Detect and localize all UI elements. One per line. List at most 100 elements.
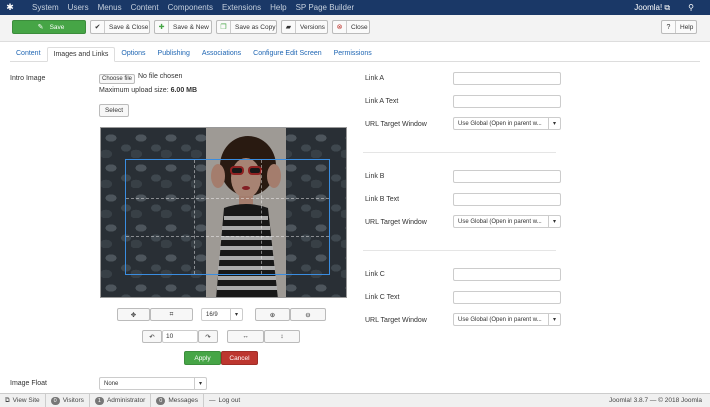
main-menu: System Users Menus Content Components Ex… (32, 3, 354, 12)
link-b-target-select[interactable]: Use Global (Open in parent w... ▾ (453, 215, 561, 228)
chevron-down-icon: ▾ (548, 118, 560, 129)
flip-horizontal-button[interactable]: ↔ (227, 330, 264, 343)
minus-icon: — (208, 397, 216, 404)
link-a-input[interactable] (453, 72, 561, 85)
link-a-label: Link A (365, 75, 385, 82)
site-link[interactable]: Joomla! ⧉ (634, 3, 670, 13)
move-icon: ✥ (130, 311, 137, 319)
max-upload-text: Maximum upload size: 6.00 MB (99, 87, 198, 94)
link-b-text-input[interactable] (453, 193, 561, 206)
zoom-in-icon: ⊕ (269, 311, 276, 319)
menu-help[interactable]: Help (270, 3, 286, 12)
menu-sp-page-builder[interactable]: SP Page Builder (296, 3, 355, 12)
user-icon[interactable]: ⚲ (688, 3, 694, 13)
link-b-text-label: Link B Text (365, 196, 400, 203)
link-a-target-label: URL Target Window (365, 121, 427, 128)
administrator-indicator[interactable]: 1 Administrator (90, 393, 152, 407)
link-c-input[interactable] (453, 268, 561, 281)
tab-configure-edit-screen[interactable]: Configure Edit Screen (247, 47, 327, 62)
tab-bar: Content Images and Links Options Publish… (10, 47, 700, 62)
link-b-input[interactable] (453, 170, 561, 183)
chevron-down-icon: ▾ (548, 314, 560, 325)
choose-file-button[interactable]: Choose file (99, 74, 135, 84)
arrows-vertical-icon: ↕ (280, 333, 284, 340)
toolbar: ✎ Save ✔ Save & Close ✚ Save & New ❐ Sav… (0, 15, 710, 42)
flip-vertical-button[interactable]: ↕ (264, 330, 300, 343)
joomla-logo-icon[interactable]: ✱ (0, 2, 20, 13)
edit-icon: ✎ (37, 24, 44, 31)
rotate-left-icon: ↶ (149, 333, 155, 341)
tab-permissions[interactable]: Permissions (328, 47, 378, 62)
versions-button[interactable]: ▰ Versions (281, 20, 328, 34)
link-b-label: Link B (365, 173, 385, 180)
view-site-link[interactable]: ⧉ View Site (0, 393, 46, 407)
tab-options[interactable]: Options (115, 47, 151, 62)
image-float-select[interactable]: None ▾ (99, 377, 207, 390)
zoom-out-icon: ⊖ (305, 311, 311, 319)
menu-content[interactable]: Content (131, 3, 159, 12)
rotate-right-icon: ↷ (205, 333, 211, 341)
tab-publishing[interactable]: Publishing (152, 47, 196, 62)
arrows-horizontal-icon: ↔ (242, 333, 249, 340)
messages-badge: 0 (156, 396, 166, 405)
save-close-button[interactable]: ✔ Save & Close (90, 20, 150, 34)
link-a-target-select[interactable]: Use Global (Open in parent w... ▾ (453, 117, 561, 130)
plus-icon: ✚ (155, 21, 169, 33)
move-tool-button[interactable]: ✥ (117, 308, 150, 321)
cancel-button[interactable]: Cancel (221, 351, 258, 365)
no-file-text: No file chosen (138, 73, 183, 80)
zoom-out-button[interactable]: ⊖ (290, 308, 326, 321)
menu-menus[interactable]: Menus (98, 3, 122, 12)
tab-images-and-links[interactable]: Images and Links (46, 47, 116, 62)
rotate-right-button[interactable]: ↷ (198, 330, 218, 343)
external-link-icon: ⧉ (5, 396, 10, 404)
status-bar: ⧉ View Site 0 Visitors 1 Administrator 0… (0, 393, 710, 407)
chevron-down-icon: ▾ (230, 309, 242, 320)
copy-icon: ❐ (217, 21, 231, 33)
archive-icon: ▰ (282, 21, 296, 33)
administrator-badge: 1 (94, 396, 104, 405)
messages-indicator[interactable]: 0 Messages (151, 393, 204, 407)
logout-link[interactable]: — Log out (204, 394, 245, 407)
crop-tool-button[interactable]: ⌗ (150, 308, 193, 321)
intro-image-label: Intro Image (10, 75, 46, 82)
chevron-down-icon: ▾ (194, 378, 206, 389)
link-c-text-label: Link C Text (365, 294, 400, 301)
check-icon: ✔ (91, 21, 105, 33)
rotate-left-button[interactable]: ↶ (142, 330, 162, 343)
save-button[interactable]: ✎ Save (12, 20, 86, 34)
crop-box[interactable] (125, 159, 330, 275)
menu-users[interactable]: Users (68, 3, 89, 12)
divider (363, 152, 556, 153)
save-new-button[interactable]: ✚ Save & New (154, 20, 212, 34)
select-image-button[interactable]: Select (99, 104, 129, 117)
chevron-down-icon: ▾ (548, 216, 560, 227)
close-circle-icon: ⊗ (333, 21, 347, 33)
link-b-target-label: URL Target Window (365, 219, 427, 226)
help-button[interactable]: ? Help (661, 20, 697, 34)
divider (363, 250, 556, 251)
menu-extensions[interactable]: Extensions (222, 3, 261, 12)
link-c-target-label: URL Target Window (365, 317, 427, 324)
crop-icon: ⌗ (169, 310, 174, 318)
link-c-text-input[interactable] (453, 291, 561, 304)
top-navbar: ✱ System Users Menus Content Components … (0, 0, 710, 15)
zoom-in-button[interactable]: ⊕ (255, 308, 290, 321)
aspect-ratio-select[interactable]: 16/9 ▾ (201, 308, 243, 321)
tab-associations[interactable]: Associations (196, 47, 247, 62)
link-c-label: Link C (365, 271, 385, 278)
save-copy-button[interactable]: ❐ Save as Copy (216, 20, 277, 34)
close-button[interactable]: ⊗ Close (332, 20, 370, 34)
tab-content[interactable]: Content (10, 47, 47, 62)
image-float-label: Image Float (10, 380, 47, 387)
apply-button[interactable]: Apply (184, 351, 221, 365)
rotate-degrees-input[interactable]: 10 (162, 330, 198, 343)
link-c-target-select[interactable]: Use Global (Open in parent w... ▾ (453, 313, 561, 326)
visitors-indicator[interactable]: 0 Visitors (46, 393, 90, 407)
menu-system[interactable]: System (32, 3, 59, 12)
link-a-text-input[interactable] (453, 95, 561, 108)
visitors-badge: 0 (50, 396, 60, 405)
menu-components[interactable]: Components (168, 3, 213, 12)
question-icon: ? (662, 21, 676, 33)
image-cropper[interactable] (100, 127, 347, 298)
